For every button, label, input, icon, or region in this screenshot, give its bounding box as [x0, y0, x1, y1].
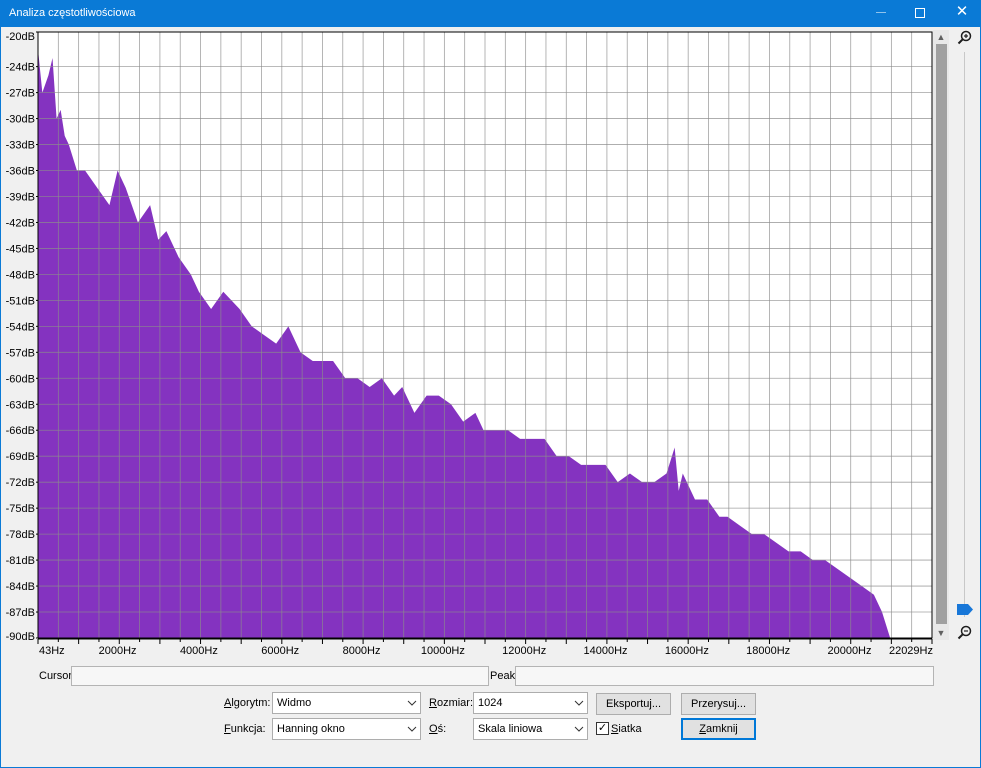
y-tick-label: -27dB — [6, 88, 35, 100]
algorithm-label: Algorytm: — [224, 697, 271, 709]
chevron-down-icon — [574, 726, 584, 732]
algorithm-select[interactable]: Widmo — [272, 692, 421, 714]
y-tick-label: -60dB — [6, 373, 35, 385]
y-tick-label: -57dB — [6, 347, 35, 359]
algorithm-select-value: Widmo — [277, 697, 312, 709]
x-tick-label: 43Hz — [39, 645, 65, 657]
cursor-field — [71, 666, 489, 686]
y-tick-label: -54dB — [6, 321, 35, 333]
y-tick-label: -69dB — [6, 451, 35, 463]
x-tick-label: 4000Hz — [180, 645, 218, 657]
y-tick-label: -66dB — [6, 425, 35, 437]
y-tick-label: -45dB — [6, 243, 35, 255]
x-tick-label: 12000Hz — [502, 645, 546, 657]
function-select[interactable]: Hanning okno — [272, 718, 421, 740]
y-tick-label: -42dB — [6, 217, 35, 229]
peak-field — [515, 666, 934, 686]
y-tick-label: -36dB — [6, 166, 35, 178]
chevron-down-icon — [407, 700, 417, 706]
maximize-button[interactable] — [915, 8, 925, 18]
y-tick-label: -78dB — [6, 529, 35, 541]
scroll-up-arrow-icon[interactable]: ▲ — [933, 30, 949, 44]
x-tick-label: 2000Hz — [99, 645, 137, 657]
y-tick-label: -39dB — [6, 191, 35, 203]
x-tick-label: 6000Hz — [261, 645, 299, 657]
size-label: Rozmiar: — [429, 697, 474, 709]
y-tick-label: -51dB — [6, 295, 35, 307]
x-tick-label: 14000Hz — [583, 645, 627, 657]
redraw-button-label: Przerysuj... — [690, 698, 746, 710]
chevron-down-icon — [407, 726, 417, 732]
x-tick-label: 8000Hz — [343, 645, 381, 657]
y-tick-label: -20dB — [6, 31, 35, 43]
zoom-slider-track[interactable] — [964, 52, 965, 617]
vertical-scrollbar[interactable]: ▲ ▼ — [933, 30, 949, 640]
x-tick-label: 16000Hz — [665, 645, 709, 657]
scroll-down-arrow-icon[interactable]: ▼ — [933, 626, 949, 640]
y-tick-label: -87dB — [6, 607, 35, 619]
y-tick-label: -33dB — [6, 140, 35, 152]
zoom-in-icon[interactable] — [957, 30, 973, 46]
scrollbar-thumb[interactable] — [936, 44, 947, 624]
spectrum-chart[interactable]: -20dB -24dB -27dB -30dB -33dB -36dB -39dB -42dB… — [0, 28, 935, 660]
function-label: Funkcja: — [224, 723, 266, 735]
close-window-button[interactable]: ✕ — [952, 2, 972, 22]
peak-label: Peak: — [490, 670, 519, 682]
y-tick-label: -90dB — [6, 631, 35, 643]
grid-checkbox[interactable]: ✓ — [596, 722, 609, 735]
close-button-label: Zamknij — [699, 723, 738, 735]
size-select-value: 1024 — [478, 697, 503, 709]
y-tick-label: -81dB — [6, 555, 35, 567]
redraw-button[interactable]: Przerysuj... — [681, 693, 756, 715]
y-tick-label: -48dB — [6, 269, 35, 281]
export-button[interactable]: Eksportuj... — [596, 693, 671, 715]
window-title: Analiza częstotliwościowa — [9, 7, 136, 19]
function-select-value: Hanning okno — [277, 723, 345, 735]
y-tick-label: -84dB — [6, 581, 35, 593]
chevron-down-icon — [574, 700, 584, 706]
x-tick-label: 22029Hz — [889, 645, 933, 657]
y-tick-label: -72dB — [6, 477, 35, 489]
y-tick-label: -24dB — [6, 62, 35, 74]
size-select[interactable]: 1024 — [473, 692, 588, 714]
x-tick-label: 10000Hz — [421, 645, 465, 657]
x-tick-label: 18000Hz — [746, 645, 790, 657]
cursor-label: Cursor: — [39, 670, 76, 682]
y-tick-label: -30dB — [6, 114, 35, 126]
x-tick-label: 20000Hz — [827, 645, 871, 657]
grid-checkbox-label: Siatka — [611, 723, 642, 735]
title-bar: Analiza częstotliwościowa ✕ — [0, 0, 981, 27]
close-button[interactable]: Zamknij — [681, 718, 756, 740]
y-tick-label: -75dB — [6, 503, 35, 515]
export-button-label: Eksportuj... — [605, 698, 662, 710]
zoom-slider-thumb[interactable] — [957, 604, 973, 615]
zoom-out-icon[interactable] — [957, 625, 973, 641]
axis-select[interactable]: Skala liniowa — [473, 718, 588, 740]
minimize-button[interactable] — [876, 12, 886, 13]
axis-label: Oś: — [429, 723, 447, 735]
y-tick-label: -63dB — [6, 399, 35, 411]
axis-select-value: Skala liniowa — [478, 723, 543, 735]
